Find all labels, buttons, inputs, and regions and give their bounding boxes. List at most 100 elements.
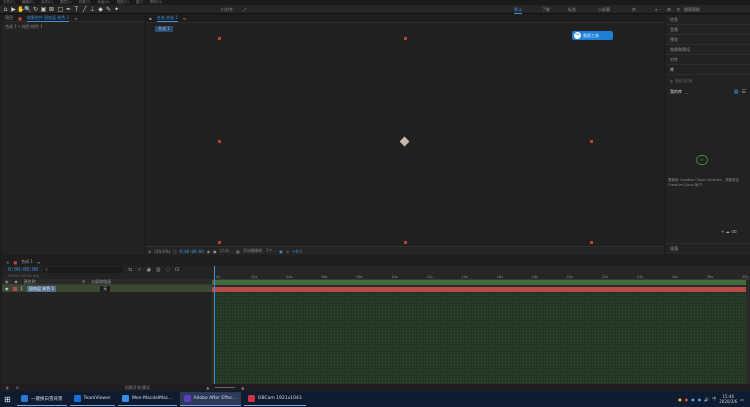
panel-libraries[interactable]: 库 — [666, 65, 750, 75]
zoom-out-icon[interactable]: ▲ — [206, 385, 209, 390]
tab-project[interactable]: 项目 — [5, 15, 13, 21]
column-parent[interactable]: 父级和链接 — [91, 279, 111, 285]
shy-icon[interactable]: ◕ — [147, 267, 151, 273]
library-search[interactable]: ⚲ 搜索当前库 — [666, 75, 750, 87]
zoom-level[interactable]: (30.4%) — [154, 249, 170, 254]
taskbar-app[interactable]: Wen-MacdelMac... — [117, 392, 177, 406]
work-area-bar[interactable] — [212, 280, 746, 285]
workspace-tab-default[interactable]: 默认 — [514, 7, 522, 14]
zoom-in-icon[interactable]: ▲ — [241, 385, 244, 390]
workspace-tab-libraries[interactable]: 库 — [632, 7, 636, 13]
selection-tool-icon[interactable]: ▶ — [10, 6, 17, 13]
panel-info[interactable]: 信息 — [666, 15, 750, 25]
snap-checkbox[interactable]: 口对齐 — [221, 7, 233, 13]
layer-duration-bar[interactable] — [212, 287, 746, 292]
frame-blending-icon[interactable]: ▥ — [156, 267, 161, 273]
tray-icon[interactable]: ● — [685, 397, 689, 402]
layer-search-input[interactable]: ⚲ — [43, 267, 124, 273]
taskbar-app[interactable]: TeamViewer — [69, 392, 115, 406]
panel-audio[interactable]: 音频 — [666, 25, 750, 35]
tab-timeline-comp[interactable]: 合成 1 — [21, 259, 33, 265]
workspace-panel-icon[interactable]: ☰ — [667, 7, 671, 12]
rotate-tool-icon[interactable]: ↻ — [32, 6, 39, 13]
pen-tool-icon[interactable]: ✒ — [65, 6, 72, 13]
puppet-tool-icon[interactable]: ✦ — [113, 6, 120, 13]
tray-icon[interactable]: ● — [698, 397, 702, 402]
menu-icon[interactable]: ≡ — [74, 16, 77, 21]
views-dropdown[interactable]: 1个... — [266, 248, 276, 254]
panel-preview[interactable]: 预览 — [666, 35, 750, 45]
workspace-tab-small-screen[interactable]: 小屏幕 — [598, 7, 610, 13]
graph-editor-icon[interactable]: ⊡ — [175, 267, 179, 273]
toggle-switches-modes[interactable]: 切换开关/模式 — [125, 385, 150, 391]
playhead[interactable] — [214, 266, 215, 384]
reset-exposure-icon[interactable]: ⊙ — [286, 249, 289, 254]
menu-icon[interactable]: ≡ — [183, 16, 186, 21]
panel-paragraph[interactable]: 段落 — [666, 243, 750, 253]
screenshot-button[interactable]: ✂ 截图工具 — [572, 31, 613, 40]
tab-effect-controls[interactable]: 效果控件 固态层 粉色 1 — [26, 15, 70, 22]
pan-behind-tool-icon[interactable]: ⊠ — [48, 6, 55, 13]
brush-tool-icon[interactable]: ╱ — [81, 6, 88, 13]
timeline-timecode[interactable]: 0:00:00:00 — [8, 267, 38, 273]
taskbar-app[interactable]: 一键换白雪背景 — [17, 392, 67, 406]
tray-icon[interactable]: ● — [691, 397, 695, 402]
home-icon[interactable]: ⌂ — [2, 6, 9, 13]
color-icon[interactable]: ● — [213, 249, 217, 254]
tray-icon[interactable]: ● — [678, 397, 682, 402]
zoom-tool-icon[interactable]: 🔍 — [24, 6, 31, 13]
time-ruler[interactable]: 0s 02s 04s 06s 08s 10s 12s 14s 16s 18s 20s 22s 24s 26… — [212, 266, 750, 280]
workspace-overflow-icon[interactable]: » — [655, 7, 657, 12]
delete-icon[interactable]: ⌫ — [731, 229, 737, 234]
close-icon[interactable]: ■ — [18, 16, 22, 21]
exposure-value[interactable]: +0.0 — [292, 249, 302, 254]
cloud-icon[interactable]: ☁ — [726, 229, 730, 234]
taskbar-app[interactable]: OBCam 1921x1043 — [243, 392, 306, 406]
transfer-controls-icon[interactable]: ⊕ — [16, 385, 19, 390]
layer-name[interactable]: 固态层 粉色 1 — [27, 285, 57, 292]
roto-brush-tool-icon[interactable]: ✎ — [105, 6, 112, 13]
composition-flowchart-icon[interactable]: ⇆ — [128, 267, 132, 273]
panel-effects-presets[interactable]: 效果和预设 — [666, 45, 750, 55]
active-camera-dropdown[interactable]: 活动摄像机 — [243, 248, 263, 254]
magnify-icon[interactable]: ⊕ — [148, 249, 151, 254]
panel-align[interactable]: 对齐 — [666, 55, 750, 65]
workspace-tab-standard[interactable]: 标准 — [568, 7, 576, 13]
lock-icon[interactable]: ▪ — [149, 16, 152, 21]
clone-stamp-tool-icon[interactable]: ⊥ — [89, 6, 96, 13]
add-icon[interactable]: + — [721, 229, 724, 234]
hand-tool-icon[interactable]: ✋ — [17, 6, 24, 13]
close-icon[interactable]: × — [6, 260, 9, 265]
eraser-tool-icon[interactable]: ◆ — [97, 6, 104, 13]
tab-composition[interactable]: 合成 合成 1 — [156, 15, 178, 22]
draft-3d-icon[interactable]: ✧ — [137, 267, 141, 273]
eye-icon[interactable]: ◉ — [5, 286, 9, 291]
list-view-icon[interactable]: ☰ — [742, 89, 746, 95]
comp-chip[interactable]: 合成 1 — [155, 26, 173, 32]
composition-canvas[interactable]: 合成 1 — [146, 23, 664, 246]
help-search-input[interactable]: 搜索帮助 — [684, 7, 700, 13]
camera-tool-icon[interactable]: ▣ — [40, 6, 47, 13]
fit-icon[interactable]: ◻ — [173, 249, 176, 254]
render-icon[interactable]: ▣ — [279, 249, 283, 254]
motion-blur-icon[interactable]: ◌ — [166, 267, 170, 273]
windows-start-icon[interactable]: ⊞ — [4, 395, 14, 404]
current-timecode[interactable]: 0:00:00:00 — [180, 249, 204, 254]
taskbar-app[interactable]: Adobe After Effec... — [179, 392, 241, 406]
camera-icon[interactable]: ◉ — [207, 249, 211, 254]
parent-dropdown[interactable]: 无 — [100, 285, 111, 292]
tray-clock[interactable]: 15:46 2020/3/6 — [719, 394, 737, 404]
type-tool-icon[interactable]: T — [73, 6, 80, 13]
rectangle-tool-icon[interactable]: □ — [57, 6, 64, 13]
zoom-slider[interactable] — [215, 387, 236, 388]
speaker-icon[interactable]: 🔊 — [704, 397, 709, 402]
layer-switches-icon[interactable]: ◐ — [6, 385, 10, 390]
notification-icon[interactable]: ▭ — [740, 397, 744, 402]
menu-icon[interactable]: ≡ — [37, 260, 40, 265]
resolution-dropdown[interactable]: (二分... — [220, 248, 233, 254]
layer-row[interactable]: ◉ 1 固态层 粉色 1 无 — [2, 285, 212, 292]
layer-color-label[interactable] — [12, 286, 17, 291]
snap-options-icon[interactable]: ⤢ — [243, 7, 246, 12]
anchor-point-icon[interactable] — [399, 136, 410, 147]
grid-icon[interactable]: ▦ — [236, 249, 240, 254]
